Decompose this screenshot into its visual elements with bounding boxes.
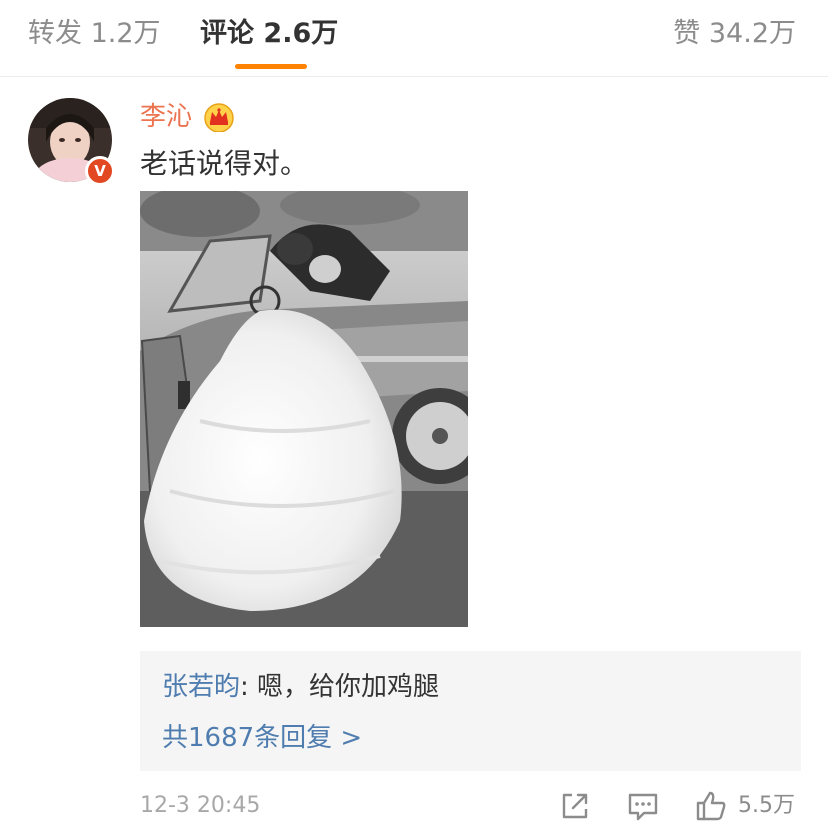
reply-icon[interactable] — [626, 789, 660, 823]
reply-text: 嗯，给你加鸡腿 — [257, 672, 440, 702]
tab-repost[interactable]: 转发 1.2万 — [28, 14, 161, 54]
tab-comment[interactable]: 评论 2.6万 — [200, 14, 338, 54]
tab-like-count: 34.2万 — [708, 18, 796, 49]
comment-text: 老话说得对。 — [140, 147, 309, 180]
reply-author[interactable]: 张若昀 — [162, 672, 240, 702]
thumbs-up-icon[interactable] — [694, 789, 728, 823]
comment-timestamp: 12-3 20:45 — [140, 793, 261, 818]
tab-comment-count: 2.6万 — [263, 18, 339, 49]
crown-icon — [204, 103, 234, 132]
active-tab-indicator — [235, 64, 307, 69]
share-icon[interactable] — [558, 789, 592, 823]
tab-like-label: 赞 — [673, 18, 701, 49]
tab-repost-label: 转发 — [28, 18, 82, 49]
comment-like-count: 5.5万 — [738, 793, 795, 818]
reply-preview-line: 张若昀: 嗯，给你加鸡腿 — [162, 669, 439, 705]
verified-badge: V — [85, 156, 115, 186]
tab-comment-label: 评论 — [200, 18, 254, 49]
wedding-photo-image — [140, 191, 468, 627]
view-all-replies-link[interactable]: 共1687条回复 > — [162, 720, 362, 756]
reply-preview[interactable]: 张若昀: 嗯，给你加鸡腿 共1687条回复 > — [140, 651, 801, 771]
username[interactable]: 李沁 — [140, 98, 192, 136]
tab-repost-count: 1.2万 — [90, 18, 161, 49]
comment-image[interactable] — [140, 191, 468, 627]
tab-bar: 转发 1.2万 评论 2.6万 赞 34.2万 — [0, 0, 828, 77]
reply-separator: : — [240, 672, 258, 702]
tab-like[interactable]: 赞 34.2万 — [673, 14, 796, 54]
